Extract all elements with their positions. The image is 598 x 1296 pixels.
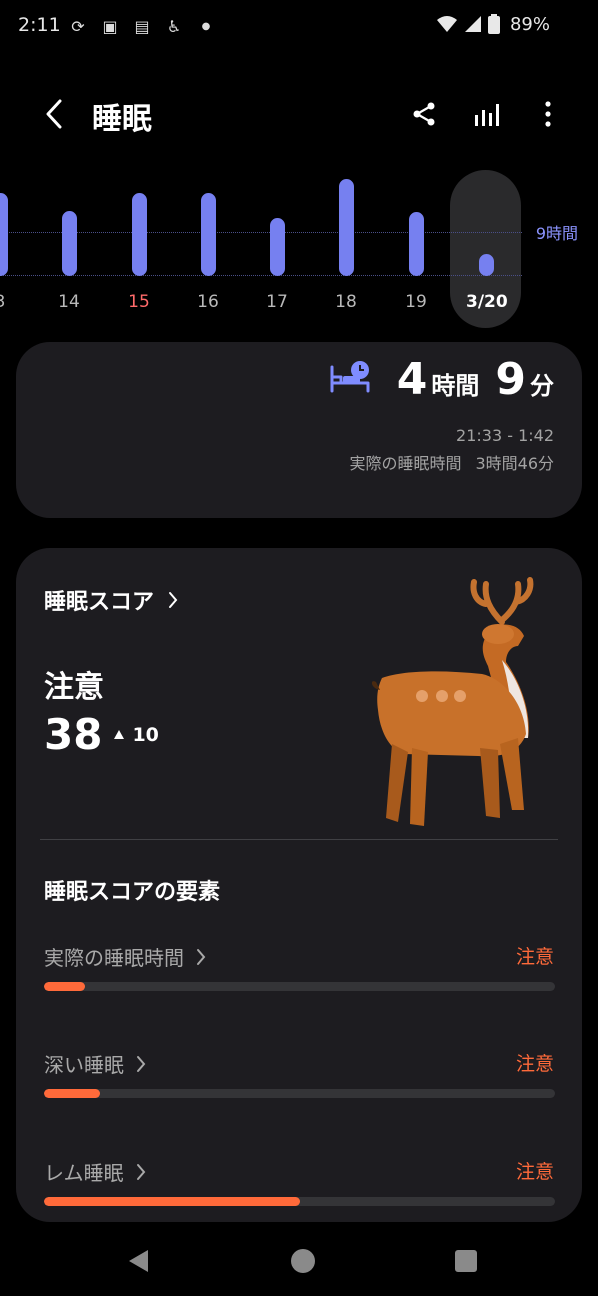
day-bar[interactable] <box>269 218 285 276</box>
up-arrow-icon <box>114 730 125 739</box>
nav-recents-button[interactable] <box>448 1246 484 1276</box>
nav-home-icon <box>291 1249 315 1273</box>
factor-label: 深い睡眠 <box>44 1053 124 1077</box>
day-label[interactable]: 14 <box>49 292 89 312</box>
nav-recents-icon <box>455 1250 477 1272</box>
factor-progress-fill <box>44 982 85 991</box>
more-vert-icon <box>545 101 551 127</box>
accessibility-icon: ♿ <box>166 16 182 36</box>
hours-value: 4 <box>396 354 428 405</box>
total-sleep-duration: 4 時間 9 分 <box>397 354 554 405</box>
score-value: 38 <box>44 710 103 759</box>
score-row: 38 10 <box>44 710 159 759</box>
nav-back-button[interactable] <box>120 1246 156 1276</box>
bed-icon <box>330 361 370 393</box>
day-label[interactable]: 16 <box>188 292 228 312</box>
factor-name: 深い睡眠 <box>44 1049 146 1078</box>
share-icon <box>413 102 435 126</box>
score-change: 10 <box>114 723 159 746</box>
sleep-time-range: 21:33 - 1:42 <box>456 426 554 445</box>
cell-signal-icon <box>465 16 481 32</box>
day-label[interactable]: 18 <box>326 292 366 312</box>
nav-home-button[interactable] <box>285 1246 321 1276</box>
factor-name: 実際の睡眠時間 <box>44 942 206 971</box>
bar-chart-icon <box>475 104 499 126</box>
day-bar[interactable] <box>61 210 77 276</box>
day-bar[interactable] <box>338 178 354 276</box>
system-nav-bar <box>0 1226 598 1296</box>
day-label[interactable]: 17 <box>257 292 297 312</box>
sleep-score-label: 睡眠スコア <box>44 590 155 615</box>
status-time: 2:11 <box>18 14 61 36</box>
nine-hours-label: 9時間 <box>535 224 578 243</box>
minutes-value: 9 <box>495 354 526 405</box>
factor-deep-sleep[interactable]: 深い睡眠 注意 <box>44 1049 556 1109</box>
divider <box>40 839 558 840</box>
score-delta-value: 10 <box>132 723 159 746</box>
score-factors-title: 睡眠スコアの要素 <box>44 880 221 905</box>
day-label[interactable]: 3/20 <box>466 292 508 312</box>
app-actions <box>404 92 568 136</box>
factor-progress-track <box>44 1197 555 1206</box>
chevron-right-icon <box>137 1055 146 1072</box>
factor-name: レム睡眠 <box>44 1157 146 1186</box>
factor-progress-track <box>44 982 555 991</box>
day-bar[interactable] <box>200 193 216 276</box>
sim-icon: ▤ <box>134 16 150 36</box>
factor-actual-sleep[interactable]: 実際の睡眠時間 注意 <box>44 942 556 1002</box>
battery-percent: 89% <box>509 14 550 35</box>
factor-progress-fill <box>44 1089 101 1098</box>
back-arrow-icon <box>46 99 62 129</box>
score-status: 注意 <box>44 670 104 705</box>
day-bar[interactable] <box>0 193 8 276</box>
sync-icon: ⟳ <box>71 16 85 36</box>
day-bar[interactable] <box>131 193 147 276</box>
back-button[interactable] <box>34 92 74 136</box>
day-label[interactable]: 15 <box>119 292 159 312</box>
actual-sleep-value: 3時間46分 <box>475 454 554 473</box>
notification-icons: ⟳ ▣ ▤ ♿ ● <box>66 14 218 38</box>
trends-button[interactable] <box>466 92 506 136</box>
chevron-right-icon <box>197 948 206 965</box>
app-notification-icon: ▣ <box>102 16 118 36</box>
actual-sleep-label: 実際の睡眠時間 <box>349 454 462 473</box>
weekly-sleep-chart: 9時間 3 14 15 16 17 18 19 3/20 <box>0 168 598 328</box>
sleep-score-card: 睡眠スコア 注意 38 10 睡眠スコアの要素 実際の睡眠時間 注意 深い睡眠 … <box>16 548 582 1222</box>
more-notifications-icon: ● <box>201 20 211 32</box>
signal-icons <box>436 14 500 34</box>
day-bar[interactable] <box>478 254 494 276</box>
nine-hour-gridline <box>0 232 522 233</box>
nav-back-icon <box>129 1250 148 1272</box>
baseline-gridline <box>0 275 522 276</box>
factor-label: 実際の睡眠時間 <box>44 946 184 970</box>
factor-progress-track <box>44 1089 555 1098</box>
actual-sleep-row: 実際の睡眠時間 3時間46分 <box>349 450 554 474</box>
status-bar: 2:11 ⟳ ▣ ▤ ♿ ● 89% <box>0 0 598 52</box>
page-title: 睡眠 <box>92 102 152 137</box>
share-button[interactable] <box>404 92 444 136</box>
sleep-summary-card[interactable]: 4 時間 9 分 21:33 - 1:42 実際の睡眠時間 3時間46分 <box>16 342 582 518</box>
day-label[interactable]: 3 <box>0 292 20 312</box>
hours-unit: 時間 <box>431 372 480 400</box>
day-label[interactable]: 19 <box>396 292 436 312</box>
chevron-right-icon <box>169 592 178 608</box>
more-options-button[interactable] <box>528 92 568 136</box>
factor-status: 注意 <box>515 946 554 968</box>
sleep-score-link[interactable]: 睡眠スコア <box>44 584 178 616</box>
minutes-unit: 分 <box>530 372 554 400</box>
app-bar: 睡眠 <box>0 80 598 150</box>
factor-status: 注意 <box>515 1161 554 1183</box>
factor-progress-fill <box>44 1197 300 1206</box>
factor-status: 注意 <box>515 1053 554 1075</box>
wifi-icon <box>437 16 457 32</box>
day-bar[interactable] <box>408 212 424 276</box>
battery-icon <box>488 14 500 34</box>
factor-rem-sleep[interactable]: レム睡眠 注意 <box>44 1157 556 1217</box>
chevron-right-icon <box>136 1163 145 1180</box>
deer-illustration <box>371 577 534 826</box>
factor-label: レム睡眠 <box>44 1161 124 1185</box>
